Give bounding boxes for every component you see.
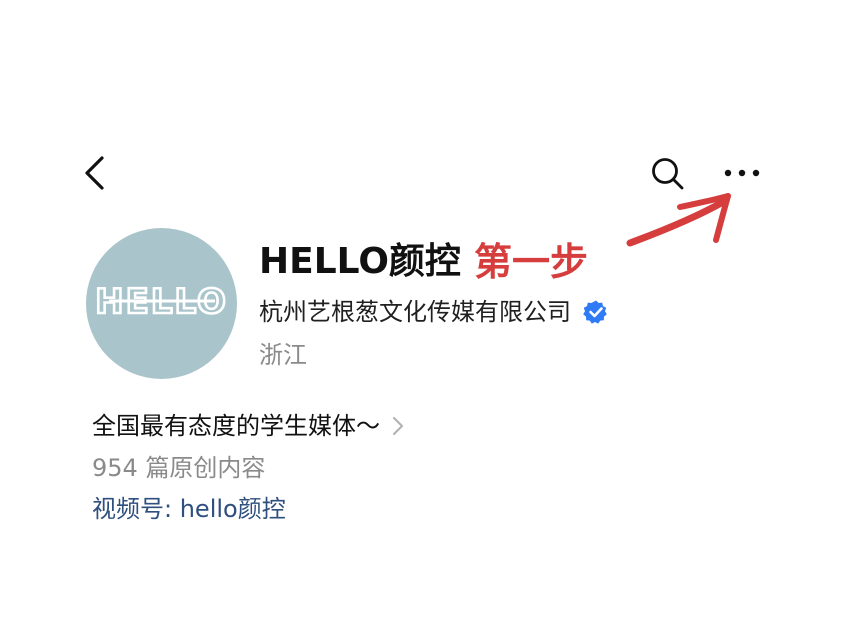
chevron-right-icon bbox=[393, 417, 403, 435]
search-icon bbox=[652, 158, 684, 190]
more-button[interactable] bbox=[718, 155, 766, 191]
video-account-link[interactable]: 视频号: hello颜控 bbox=[92, 491, 286, 527]
hello-logo: HELLO bbox=[94, 281, 227, 324]
account-name: HELLO颜控 bbox=[259, 241, 461, 282]
original-content-count: 954 篇原创内容 bbox=[92, 454, 266, 482]
back-button[interactable] bbox=[78, 150, 114, 196]
more-horizontal-icon bbox=[724, 169, 760, 177]
search-button[interactable] bbox=[645, 150, 691, 196]
chevron-left-icon bbox=[85, 156, 104, 190]
avatar[interactable]: HELLO bbox=[86, 228, 237, 379]
bio-row[interactable]: 全国最有态度的学生媒体～ bbox=[92, 407, 404, 445]
bio-text: 全国最有态度的学生媒体～ bbox=[92, 412, 380, 440]
step-annotation-label: 第一步 bbox=[474, 240, 589, 284]
region-label: 浙江 bbox=[259, 341, 307, 369]
company-name: 杭州艺根葱文化传媒有限公司 bbox=[259, 298, 571, 326]
verified-check-icon bbox=[583, 300, 607, 324]
company-row: 杭州艺根葱文化传媒有限公司 bbox=[259, 294, 609, 330]
